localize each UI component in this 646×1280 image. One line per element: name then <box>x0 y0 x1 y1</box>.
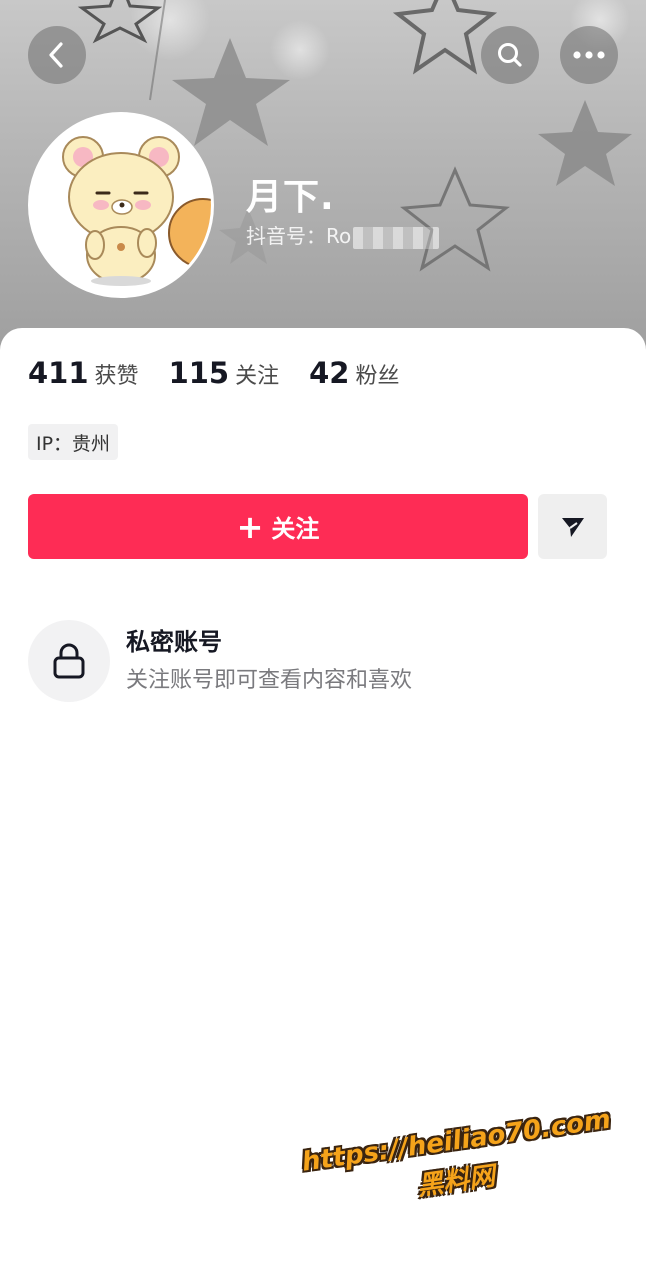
blurred-id <box>353 226 440 249</box>
profile-cover: 月下. 抖音号：Ro <box>0 0 646 360</box>
send-icon <box>561 517 584 537</box>
private-account-notice: 私密账号 关注账号即可查看内容和喜欢 <box>28 620 628 704</box>
stat-label: 粉丝 <box>355 364 400 389</box>
bear-avatar-image <box>31 115 211 295</box>
share-button[interactable] <box>538 494 607 559</box>
private-account-title: 私密账号 <box>126 628 222 656</box>
stat-value: 42 <box>309 356 350 390</box>
private-account-subtitle: 关注账号即可查看内容和喜欢 <box>126 668 413 693</box>
follow-button-label: 关注 <box>271 515 320 543</box>
stat-label: 关注 <box>235 364 280 389</box>
lock-badge <box>28 620 110 702</box>
search-button[interactable] <box>481 26 539 84</box>
douyin-id-label: 抖音号：Ro <box>246 224 352 248</box>
stat-value: 411 <box>28 356 89 390</box>
search-icon <box>498 43 522 67</box>
more-options-button[interactable] <box>560 26 618 84</box>
more-dots-icon <box>573 51 605 59</box>
chevron-left-icon <box>49 42 63 68</box>
stat-followers[interactable]: 42 粉丝 <box>309 356 399 390</box>
avatar[interactable] <box>28 112 214 298</box>
stat-label: 获赞 <box>94 364 139 389</box>
lock-icon <box>53 643 85 679</box>
follow-button[interactable]: + 关注 <box>28 494 528 559</box>
stat-value: 115 <box>168 356 230 390</box>
ip-location-tag: IP：贵州 <box>28 424 119 460</box>
stats-row: 411 获赞 115 关注 42 粉丝 <box>28 356 430 390</box>
stat-likes[interactable]: 411 获赞 <box>28 356 139 390</box>
nickname: 月下. <box>246 177 335 218</box>
plus-icon: + <box>236 507 264 546</box>
stat-following[interactable]: 115 关注 <box>169 356 280 390</box>
back-button[interactable] <box>28 26 86 84</box>
douyin-id[interactable]: 抖音号：Ro <box>246 220 440 249</box>
